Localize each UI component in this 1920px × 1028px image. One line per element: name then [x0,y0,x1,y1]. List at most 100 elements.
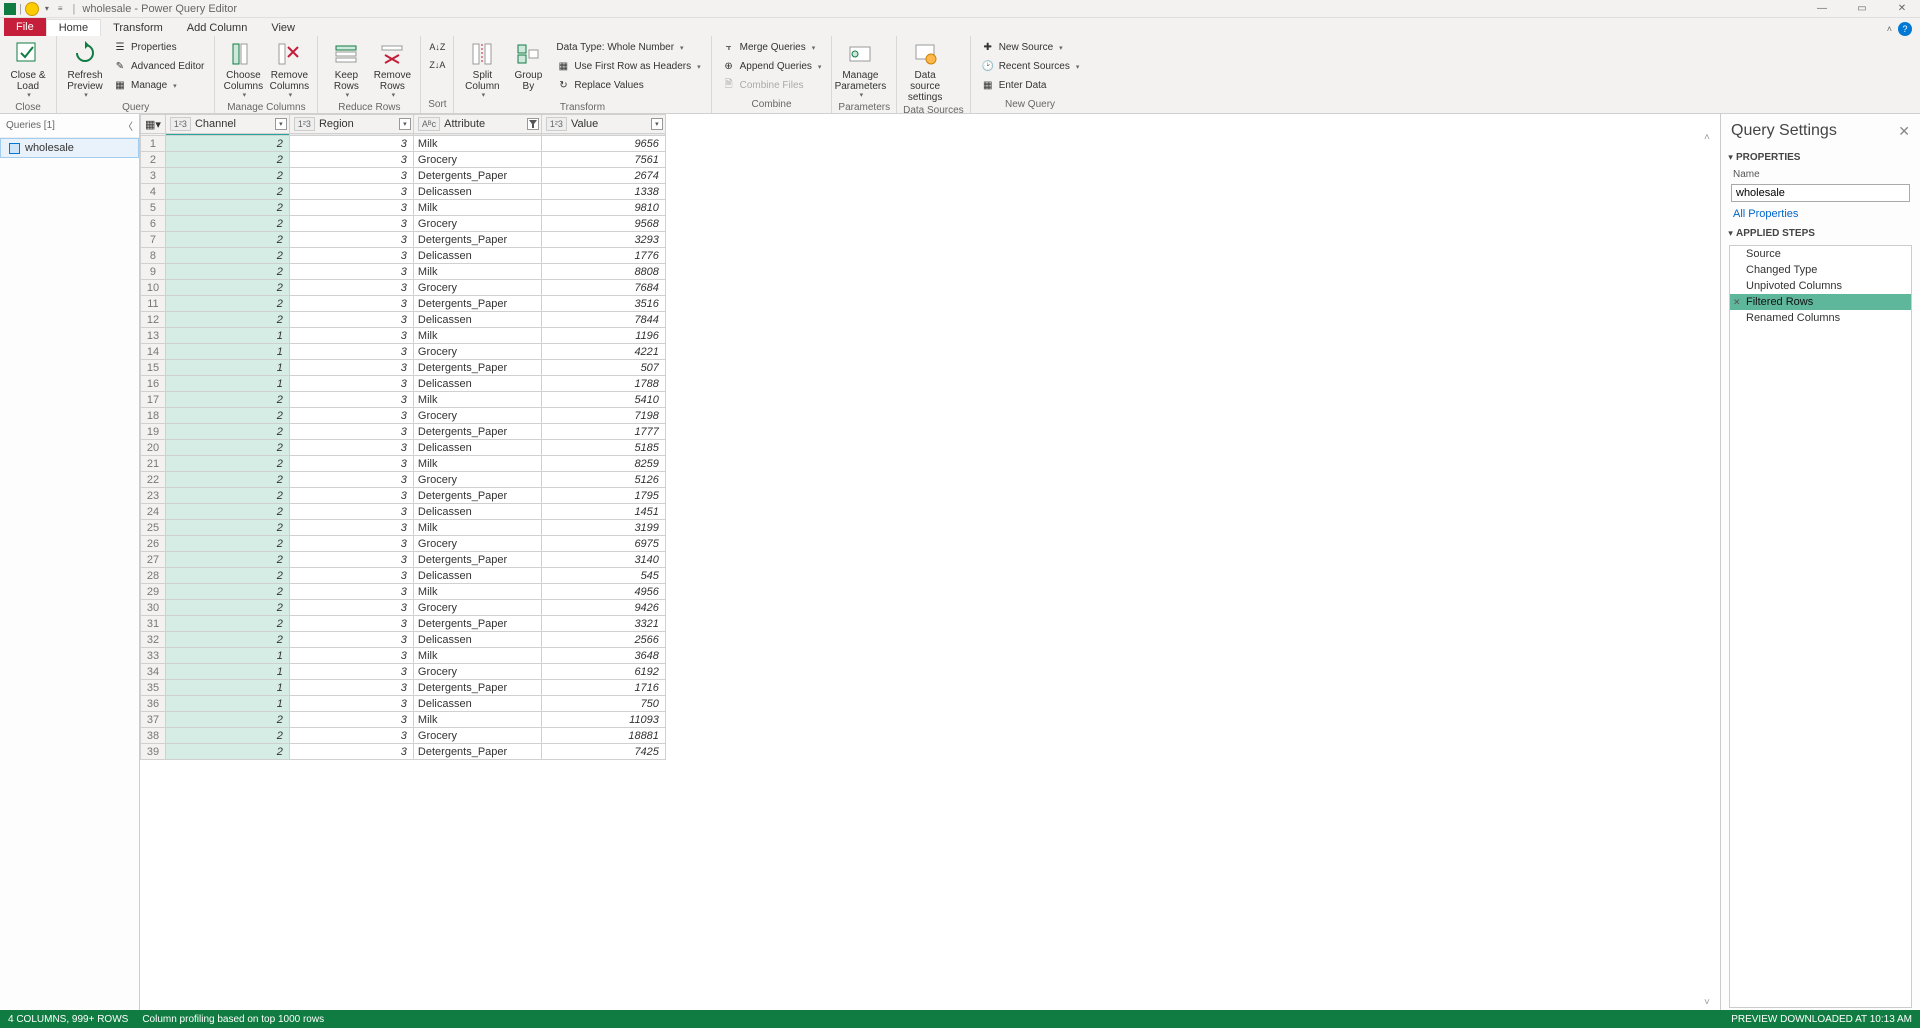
cell-attribute[interactable]: Delicassen [413,440,541,456]
cell-value[interactable]: 5410 [541,392,665,408]
table-row[interactable]: 323Detergents_Paper2674 [141,168,666,184]
qat-overflow-icon[interactable]: ≡ [55,4,66,13]
tab-transform[interactable]: Transform [101,20,175,36]
cell-attribute[interactable]: Grocery [413,216,541,232]
table-row[interactable]: 1823Grocery7198 [141,408,666,424]
cell-region[interactable]: 3 [289,632,413,648]
cell-channel[interactable]: 2 [165,248,289,264]
cell-region[interactable]: 3 [289,488,413,504]
cell-value[interactable]: 3199 [541,520,665,536]
cell-region[interactable]: 3 [289,472,413,488]
cell-region[interactable]: 3 [289,568,413,584]
cell-channel[interactable]: 2 [165,136,289,152]
cell-attribute[interactable]: Milk [413,136,541,152]
cell-region[interactable]: 3 [289,136,413,152]
remove-rows-button[interactable]: Remove Rows [370,38,414,102]
table-row[interactable]: 3513Detergents_Paper1716 [141,680,666,696]
ribbon-collapse-icon[interactable]: ˄ [1887,24,1892,34]
data-grid[interactable]: ▦▾ 1²3Channel ▾ 1²3Region ▾ AᴮcAttribute [140,114,1720,1010]
cell-region[interactable]: 3 [289,392,413,408]
cell-value[interactable]: 9426 [541,600,665,616]
cell-channel[interactable]: 2 [165,184,289,200]
table-row[interactable]: 3023Grocery9426 [141,600,666,616]
cell-channel[interactable]: 2 [165,456,289,472]
cell-region[interactable]: 3 [289,408,413,424]
query-name-input[interactable] [1731,184,1910,202]
table-row[interactable]: 3613Delicassen750 [141,696,666,712]
cell-region[interactable]: 3 [289,216,413,232]
table-row[interactable]: 423Delicassen1338 [141,184,666,200]
cell-channel[interactable]: 2 [165,264,289,280]
sort-asc-button[interactable]: A↓Z [427,38,447,56]
cell-value[interactable]: 6192 [541,664,665,680]
manage-query-button[interactable]: ▦Manage [109,76,208,95]
cell-channel[interactable]: 2 [165,408,289,424]
cell-value[interactable]: 8808 [541,264,665,280]
table-row[interactable]: 1223Delicassen7844 [141,312,666,328]
cell-channel[interactable]: 2 [165,312,289,328]
all-properties-link[interactable]: All Properties [1721,204,1920,224]
cell-attribute[interactable]: Milk [413,328,541,344]
data-source-settings-button[interactable]: Data source settings [903,38,947,105]
cell-value[interactable]: 9656 [541,136,665,152]
refresh-preview-button[interactable]: Refresh Preview [63,38,107,102]
cell-value[interactable]: 5185 [541,440,665,456]
cell-attribute[interactable]: Grocery [413,280,541,296]
applied-step[interactable]: Renamed Columns [1730,310,1911,326]
help-icon[interactable]: ? [1898,22,1912,36]
choose-columns-button[interactable]: Choose Columns [221,38,265,102]
cell-value[interactable]: 1777 [541,424,665,440]
cell-value[interactable]: 750 [541,696,665,712]
cell-value[interactable]: 3321 [541,616,665,632]
cell-channel[interactable]: 2 [165,552,289,568]
cell-attribute[interactable]: Detergents_Paper [413,296,541,312]
cell-channel[interactable]: 2 [165,504,289,520]
cell-attribute[interactable]: Grocery [413,344,541,360]
cell-attribute[interactable]: Detergents_Paper [413,232,541,248]
split-column-button[interactable]: Split Column [460,38,504,102]
cell-channel[interactable]: 2 [165,568,289,584]
cell-value[interactable]: 5126 [541,472,665,488]
cell-channel[interactable]: 2 [165,424,289,440]
cell-channel[interactable]: 2 [165,712,289,728]
settings-close-icon[interactable]: ✕ [1898,123,1910,140]
table-row[interactable]: 2523Milk3199 [141,520,666,536]
cell-channel[interactable]: 2 [165,280,289,296]
cell-value[interactable]: 3140 [541,552,665,568]
cell-attribute[interactable]: Milk [413,520,541,536]
cell-attribute[interactable]: Grocery [413,664,541,680]
cell-attribute[interactable]: Grocery [413,536,541,552]
cell-attribute[interactable]: Detergents_Paper [413,488,541,504]
table-row[interactable]: 623Grocery9568 [141,216,666,232]
cell-channel[interactable]: 2 [165,728,289,744]
cell-value[interactable]: 9810 [541,200,665,216]
cell-region[interactable]: 3 [289,360,413,376]
cell-value[interactable]: 7425 [541,744,665,760]
table-menu-button[interactable]: ▦▾ [141,115,166,134]
close-and-load-button[interactable]: Close & Load [6,38,50,102]
cell-value[interactable]: 545 [541,568,665,584]
cell-value[interactable]: 3648 [541,648,665,664]
cell-channel[interactable]: 2 [165,488,289,504]
table-row[interactable]: 223Grocery7561 [141,152,666,168]
table-row[interactable]: 3823Grocery18881 [141,728,666,744]
cell-attribute[interactable]: Delicassen [413,312,541,328]
cell-channel[interactable]: 2 [165,616,289,632]
cell-region[interactable]: 3 [289,184,413,200]
cell-channel[interactable]: 1 [165,376,289,392]
cell-channel[interactable]: 2 [165,536,289,552]
cell-value[interactable]: 1776 [541,248,665,264]
cell-channel[interactable]: 1 [165,696,289,712]
data-type-button[interactable]: Data Type: Whole Number [552,38,704,57]
cell-channel[interactable]: 2 [165,472,289,488]
cell-value[interactable]: 1451 [541,504,665,520]
cell-region[interactable]: 3 [289,440,413,456]
cell-attribute[interactable]: Detergents_Paper [413,680,541,696]
table-row[interactable]: 1513Detergents_Paper507 [141,360,666,376]
table-row[interactable]: 723Detergents_Paper3293 [141,232,666,248]
minimize-button[interactable]: — [1808,1,1836,17]
cell-channel[interactable]: 2 [165,632,289,648]
applied-step[interactable]: Filtered Rows✕ [1730,294,1911,310]
cell-attribute[interactable]: Detergents_Paper [413,360,541,376]
cell-attribute[interactable]: Delicassen [413,632,541,648]
